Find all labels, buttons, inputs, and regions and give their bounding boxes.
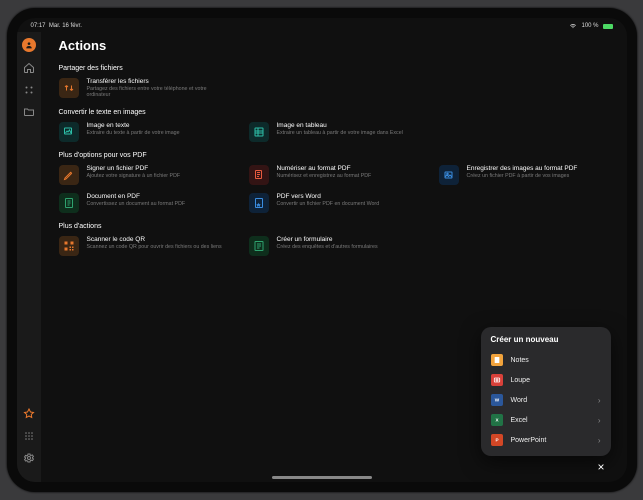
action-title: Numériser au format PDF [277, 165, 372, 172]
lens-icon [491, 374, 503, 386]
action-sub: Scannez un code QR pour ouvrir des fichi… [87, 244, 222, 250]
wifi-icon [569, 23, 577, 29]
action-sub: Convertissez un document au format PDF [87, 201, 186, 207]
action-title: Image en tableau [277, 122, 403, 129]
status-bar: 07:17 Mar. 16 févr. 100 % [17, 18, 627, 32]
action-sign-pdf[interactable]: Signer un fichier PDF Ajoutez votre sign… [59, 165, 229, 185]
action-doc-to-pdf[interactable]: Document en PDF Convertissez un document… [59, 193, 229, 213]
chevron-right-icon: › [598, 396, 601, 405]
battery-text: 100 % [581, 23, 598, 29]
image-text-icon [59, 122, 79, 142]
sign-icon [59, 165, 79, 185]
popup-label: Word [511, 397, 590, 404]
action-sub: Partagez des fichiers entre votre téléph… [87, 86, 229, 99]
status-right: 100 % [569, 23, 612, 29]
grid-icon[interactable] [23, 84, 35, 96]
action-title: Enregistrer des images au format PDF [467, 165, 578, 172]
battery-icon [603, 24, 613, 29]
section-grid: Transférer les fichiers Partagez des fic… [59, 78, 609, 99]
status-date: Mar. 16 févr. [49, 23, 82, 29]
action-scan-pdf[interactable]: Numériser au format PDF Numérisez et enr… [249, 165, 419, 185]
close-button[interactable]: × [597, 460, 604, 474]
popup-label: Notes [511, 357, 601, 364]
action-scan-qr[interactable]: Scanner le code QR Scannez un code QR po… [59, 236, 229, 256]
app-body: Actions Partager des fichiers Transférer… [17, 32, 627, 482]
status-left: 07:17 Mar. 16 févr. [31, 23, 82, 29]
screen: 07:17 Mar. 16 févr. 100 % [17, 18, 627, 482]
premium-icon[interactable] [23, 408, 35, 420]
action-title: Image en texte [87, 122, 180, 129]
action-sub: Créez des enquêtes et d'autres formulair… [277, 244, 378, 250]
images-pdf-icon [439, 165, 459, 185]
action-transfer-files[interactable]: Transférer les fichiers Partagez des fic… [59, 78, 229, 99]
avatar[interactable] [22, 38, 36, 52]
folder-icon[interactable] [23, 106, 35, 118]
section-title: Convertir le texte en images [59, 109, 609, 116]
action-sub: Extraire du texte à partir de votre imag… [87, 130, 180, 136]
qr-icon [59, 236, 79, 256]
action-title: PDF vers Word [277, 193, 380, 200]
section-title: Partager des fichiers [59, 65, 609, 72]
popup-label: Excel [511, 417, 590, 424]
chevron-right-icon: › [598, 416, 601, 425]
popup-title: Créer un nouveau [481, 335, 611, 350]
doc-pdf-icon [59, 193, 79, 213]
create-new-popup: Créer un nouveau Notes Loupe [481, 327, 611, 456]
svg-text:P: P [495, 438, 498, 443]
section-grid: Scanner le code QR Scannez un code QR po… [59, 236, 609, 256]
notes-icon [491, 354, 503, 366]
action-title: Créer un formulaire [277, 236, 378, 243]
powerpoint-icon: P [491, 434, 503, 446]
action-sub: Créez un fichier PDF à partir de vos ima… [467, 173, 578, 179]
main-content: Actions Partager des fichiers Transférer… [41, 32, 627, 482]
form-icon [249, 236, 269, 256]
action-create-form[interactable]: Créer un formulaire Créez des enquêtes e… [249, 236, 419, 256]
svg-text:W: W [494, 398, 499, 403]
action-sub: Extraire un tableau à partir de votre im… [277, 130, 403, 136]
pdf-word-icon [249, 193, 269, 213]
popup-label: PowerPoint [511, 437, 590, 444]
svg-text:X: X [495, 418, 499, 423]
section-title: Plus d'actions [59, 223, 609, 230]
action-sub: Convertir un fichier PDF en document Wor… [277, 201, 380, 207]
transfer-icon [59, 78, 79, 98]
action-image-to-text[interactable]: Image en texte Extraire du texte à parti… [59, 122, 229, 142]
word-icon: W [491, 394, 503, 406]
action-pdf-to-word[interactable]: PDF vers Word Convertir un fichier PDF e… [249, 193, 419, 213]
action-title: Document en PDF [87, 193, 186, 200]
action-sub: Ajoutez votre signature à un fichier PDF [87, 173, 181, 179]
popup-row-excel[interactable]: X Excel › [481, 410, 611, 430]
image-table-icon [249, 122, 269, 142]
section-grid: Signer un fichier PDF Ajoutez votre sign… [59, 165, 609, 213]
page-title: Actions [59, 38, 609, 53]
home-indicator[interactable] [272, 476, 372, 479]
action-images-to-pdf[interactable]: Enregistrer des images au format PDF Cré… [439, 165, 609, 185]
settings-icon[interactable] [23, 452, 35, 464]
home-icon[interactable] [23, 62, 35, 74]
action-title: Signer un fichier PDF [87, 165, 181, 172]
chevron-right-icon: › [598, 436, 601, 445]
status-time: 07:17 [31, 23, 46, 29]
ipad-frame: 07:17 Mar. 16 févr. 100 % [7, 8, 637, 492]
action-title: Transférer les fichiers [87, 78, 229, 85]
action-title: Scanner le code QR [87, 236, 222, 243]
excel-icon: X [491, 414, 503, 426]
popup-row-notes[interactable]: Notes [481, 350, 611, 370]
action-sub: Numérisez et enregistrez au format PDF [277, 173, 372, 179]
more-icon[interactable] [23, 430, 35, 442]
section-grid: Image en texte Extraire du texte à parti… [59, 122, 609, 142]
popup-row-word[interactable]: W Word › [481, 390, 611, 410]
section-title: Plus d'options pour vos PDF [59, 152, 609, 159]
popup-row-lens[interactable]: Loupe [481, 370, 611, 390]
action-image-to-table[interactable]: Image en tableau Extraire un tableau à p… [249, 122, 419, 142]
popup-label: Loupe [511, 377, 601, 384]
scan-pdf-icon [249, 165, 269, 185]
sidebar [17, 32, 41, 482]
popup-row-powerpoint[interactable]: P PowerPoint › [481, 430, 611, 450]
